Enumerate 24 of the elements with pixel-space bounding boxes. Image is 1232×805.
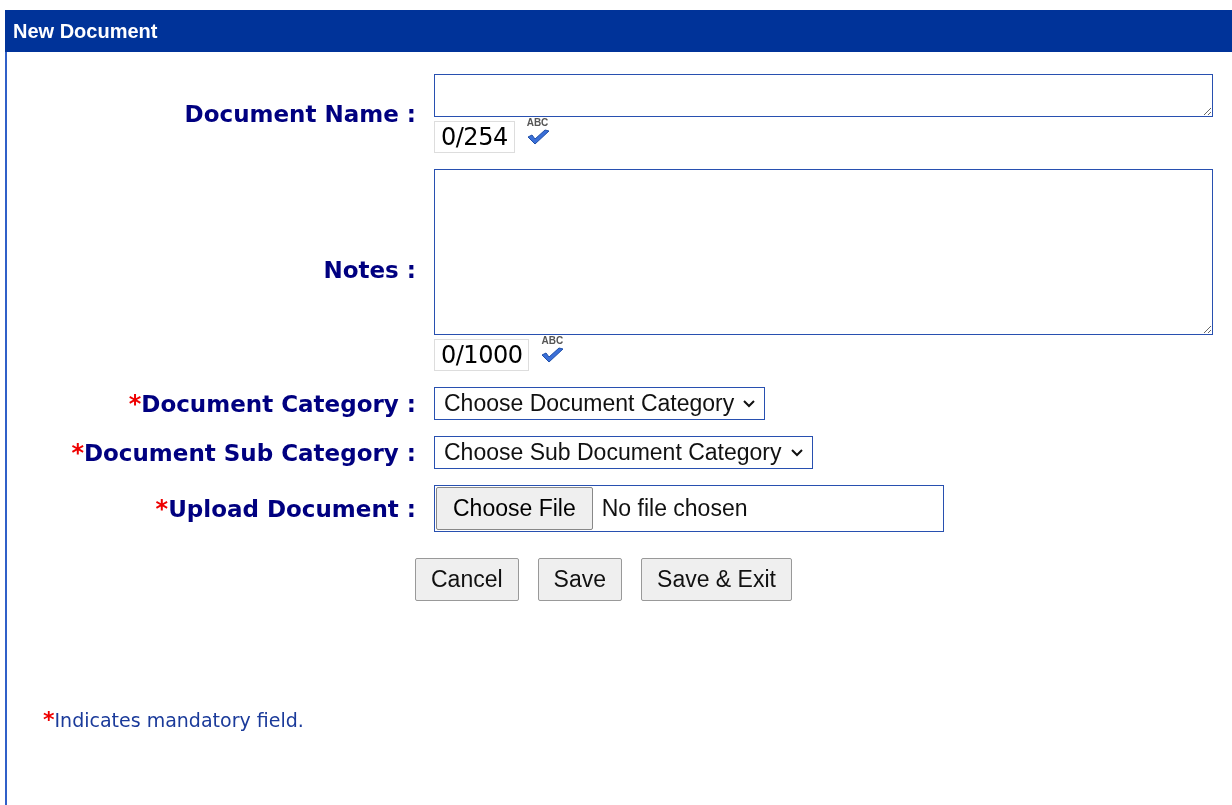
required-asterisk: * xyxy=(128,389,142,418)
panel-title: New Document xyxy=(13,19,158,43)
required-asterisk: * xyxy=(71,438,84,467)
action-button[interactable]: Save xyxy=(537,558,623,601)
field-label: Upload Document : xyxy=(168,495,416,522)
file-status: No file chosen xyxy=(601,495,748,522)
dropdown[interactable]: Choose Document Category xyxy=(434,387,766,420)
action-button[interactable]: Cancel xyxy=(415,558,519,601)
dropdown[interactable]: Choose Sub Document Category xyxy=(434,436,813,469)
character-counter: 0/1000 xyxy=(434,339,530,371)
chevron-icon xyxy=(742,398,757,409)
required-asterisk: * xyxy=(43,707,55,732)
required-asterisk: * xyxy=(155,494,169,523)
file-input[interactable]: Choose File No file chosen xyxy=(434,485,944,532)
field-label: Document Name : xyxy=(184,100,416,127)
field-label: Document Category : xyxy=(141,390,416,417)
footnote-text: Indicates mandatory field. xyxy=(54,709,304,731)
action-button[interactable]: Save & Exit xyxy=(641,558,792,601)
character-counter: 0/254 xyxy=(434,121,515,153)
field-label: Document Sub Category : xyxy=(83,439,416,466)
text-area[interactable] xyxy=(434,74,1213,117)
field-label: Notes : xyxy=(323,257,416,283)
choose-file-button[interactable]: Choose File xyxy=(436,487,593,530)
chevron-icon xyxy=(789,447,804,458)
